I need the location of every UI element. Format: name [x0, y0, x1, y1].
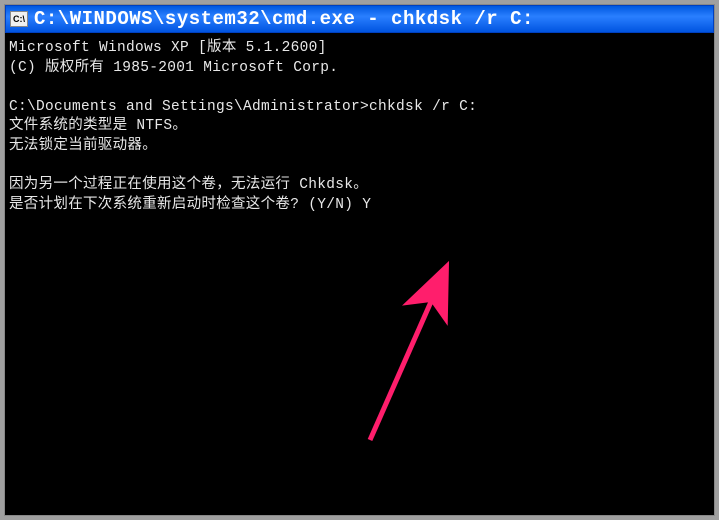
window-title: C:\WINDOWS\system32\cmd.exe - chkdsk /r …	[34, 8, 534, 30]
terminal-line: 文件系统的类型是 NTFS。	[9, 118, 187, 134]
terminal-line: C:\Documents and Settings\Administrator>…	[9, 99, 477, 115]
terminal-line: 无法锁定当前驱动器。	[9, 138, 157, 154]
terminal-output[interactable]: Microsoft Windows XP [版本 5.1.2600] (C) 版…	[5, 33, 714, 221]
terminal-line: Microsoft Windows XP [版本 5.1.2600]	[9, 40, 327, 56]
terminal-line: (C) 版权所有 1985-2001 Microsoft Corp.	[9, 60, 338, 76]
titlebar[interactable]: C:\ C:\WINDOWS\system32\cmd.exe - chkdsk…	[5, 5, 714, 33]
cmd-icon: C:\	[10, 11, 28, 27]
terminal-line: 是否计划在下次系统重新启动时检查这个卷? (Y/N) Y	[9, 197, 371, 213]
terminal-line: 因为另一个过程正在使用这个卷，无法运行 Chkdsk。	[9, 177, 368, 193]
cmd-window: C:\ C:\WINDOWS\system32\cmd.exe - chkdsk…	[4, 4, 715, 516]
